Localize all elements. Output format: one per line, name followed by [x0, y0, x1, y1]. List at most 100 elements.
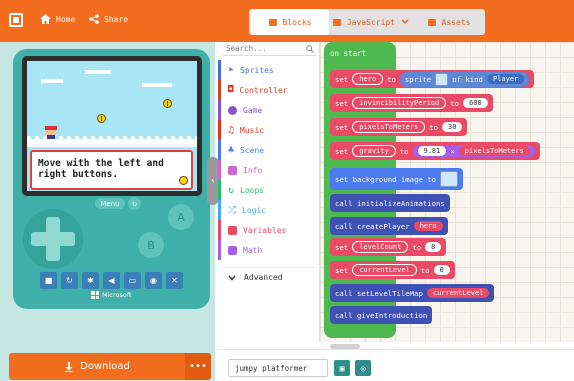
toolbox-search[interactable] [223, 42, 317, 56]
github-icon[interactable]: ◎ [355, 360, 371, 376]
call-initialize-animations-block[interactable]: call initializeAnimations [330, 194, 450, 212]
number-input[interactable]: 30 [442, 122, 463, 132]
set-hero-block[interactable]: set hero to sprite of kind Player [330, 70, 535, 88]
blocks-workspace[interactable]: on start set hero to sprite of kind Play… [320, 42, 574, 342]
category-color-bar [218, 60, 221, 80]
block-text: call createPlayer [335, 221, 410, 231]
block-keyword: to [412, 242, 422, 252]
download-label: Download [80, 361, 130, 372]
category-music[interactable]: ♫ Music [218, 120, 320, 140]
cloud [85, 70, 111, 74]
block-keyword: set [335, 146, 349, 156]
stop-icon[interactable]: ■ [40, 272, 57, 289]
block-keyword: to [387, 74, 396, 84]
block-keyword: set [335, 74, 349, 84]
set-current-level-block[interactable]: set currentLevel to 0 [330, 261, 455, 279]
screen-frame: Move with the left and right buttons. [22, 56, 202, 196]
call-give-introduction-block[interactable]: call giveIntroduction [330, 306, 433, 324]
sprite-image-icon[interactable] [435, 72, 449, 86]
set-gravity-block[interactable]: set gravity to 9.81 × pixelsToMeters [330, 142, 540, 160]
keyboard-icon[interactable]: ▭ [124, 272, 141, 289]
category-sprites[interactable]: ➤ Sprites [218, 60, 320, 80]
hero-sprite [45, 126, 57, 139]
call-set-level-tilemap-block[interactable]: call setLevelTileMap currentLevel [330, 284, 495, 302]
tab-javascript[interactable]: JavaScript [329, 9, 413, 35]
background-image-icon[interactable] [440, 171, 459, 187]
variable-dropdown[interactable]: invincibilityPeriod [352, 97, 447, 109]
block-text: call giveIntroduction [335, 310, 428, 320]
restart-icon[interactable]: ↻ [61, 272, 78, 289]
info-icon [228, 165, 237, 175]
block-text: set background image to [335, 174, 437, 184]
more-options-button[interactable]: ••• [185, 353, 211, 380]
number-input[interactable]: 600 [463, 98, 488, 108]
sprite-block[interactable]: sprite of kind Player [399, 71, 530, 87]
call-create-player-block[interactable]: call createPlayer hero [330, 217, 448, 235]
category-logic[interactable]: ⤮ Logic [218, 200, 320, 220]
debug-icon[interactable]: ✱ [82, 272, 99, 289]
advanced-toggle[interactable]: Advanced [218, 267, 320, 287]
block-keyword: set [335, 122, 349, 132]
search-input[interactable] [226, 44, 296, 53]
download-button[interactable]: Download [9, 353, 185, 380]
home-button[interactable]: Home [40, 14, 75, 24]
variable-reporter[interactable]: pixelsToMeters [458, 146, 530, 156]
category-color-bar [218, 160, 221, 180]
category-math[interactable]: Math [218, 240, 320, 260]
assets-icon [427, 18, 436, 26]
console-reset-icon[interactable]: ↻ [128, 197, 141, 210]
set-invincibility-block[interactable]: set invincibilityPeriod to 600 [330, 94, 493, 112]
project-name-input[interactable] [228, 359, 328, 377]
kind-dropdown[interactable]: Player [486, 74, 525, 84]
game-icon [228, 105, 237, 115]
game-screen[interactable]: Move with the left and right buttons. [27, 61, 197, 191]
button-a[interactable]: A [168, 204, 194, 230]
set-pixels-to-meters-block[interactable]: set pixelsToMeters to 30 [330, 118, 468, 136]
block-text: call initializeAnimations [335, 198, 445, 208]
math-multiply-block[interactable]: 9.81 × pixelsToMeters [412, 145, 535, 157]
variable-dropdown[interactable]: pixelsToMeters [352, 121, 426, 133]
chevron-down-icon [401, 19, 409, 25]
block-keyword: to [429, 122, 438, 132]
category-color-bar [218, 80, 221, 100]
category-scene[interactable]: ♣ Scene [218, 140, 320, 160]
variable-dropdown[interactable]: hero [352, 73, 384, 85]
category-info[interactable]: Info [218, 160, 320, 180]
variable-dropdown[interactable]: levelCount [352, 241, 409, 253]
argument-reporter[interactable]: currentLevel [426, 288, 490, 298]
mute-icon[interactable]: ◀ [103, 272, 120, 289]
category-loops[interactable]: ↻ Loops [218, 180, 320, 200]
argument-reporter[interactable]: hero [413, 221, 443, 231]
cloud [142, 83, 172, 87]
advanced-label: Advanced [244, 273, 283, 282]
tab-assets[interactable]: Assets [415, 9, 483, 35]
fullscreen-icon[interactable]: ✕ [166, 272, 183, 289]
share-button[interactable]: Share [89, 14, 128, 24]
set-level-count-block[interactable]: set levelCount to 8 [330, 238, 447, 256]
category-color-bar [218, 220, 221, 240]
number-input[interactable]: 9.81 [417, 146, 447, 156]
blocks-icon [268, 18, 277, 26]
number-input[interactable]: 0 [433, 265, 450, 275]
dialog-next-icon [179, 176, 188, 185]
variable-dropdown[interactable]: currentLevel [352, 264, 417, 276]
menu-button[interactable]: Menu [95, 198, 125, 209]
set-background-image-block[interactable]: set background image to [330, 168, 464, 190]
button-b[interactable]: B [138, 232, 164, 258]
makecode-logo-icon[interactable] [9, 13, 23, 27]
category-variables[interactable]: Variables [218, 220, 320, 240]
calculator-icon [228, 245, 237, 255]
number-input[interactable]: 8 [425, 242, 442, 252]
save-icon[interactable]: ▣ [334, 360, 350, 376]
screenshot-icon[interactable]: ◉ [145, 272, 162, 289]
dialog-box: Move with the left and right buttons. [30, 150, 193, 190]
category-controller[interactable]: ◘ Controller [218, 80, 320, 100]
tab-blocks[interactable]: Blocks [251, 9, 329, 35]
dpad[interactable] [23, 209, 83, 269]
home-icon [40, 14, 51, 24]
category-label: Loops [240, 185, 265, 195]
operator-dropdown[interactable]: × [450, 147, 454, 156]
variable-dropdown[interactable]: gravity [352, 145, 396, 157]
category-game[interactable]: Game [218, 100, 320, 120]
category-label: Music [240, 125, 265, 135]
